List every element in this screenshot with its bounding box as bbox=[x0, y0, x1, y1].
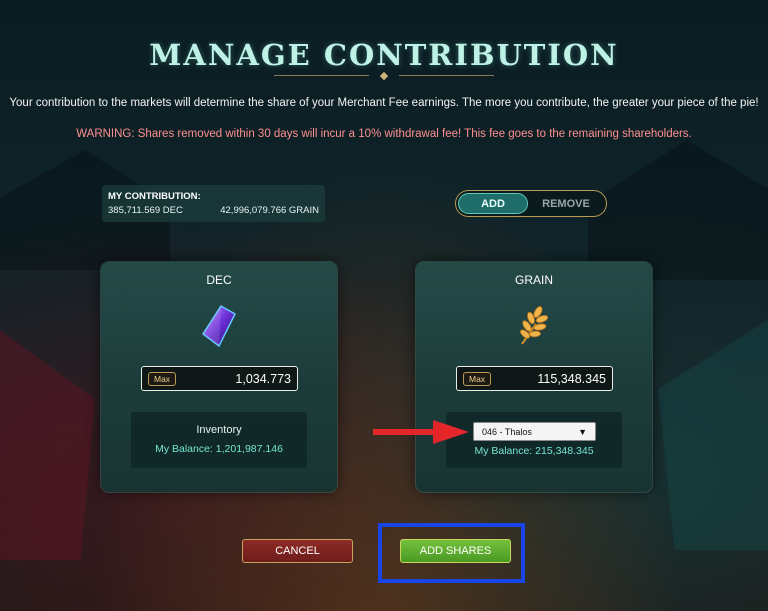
dec-balance: My Balance: 1,201,987.146 bbox=[155, 443, 283, 455]
dec-max-button[interactable]: Max bbox=[148, 371, 177, 386]
grain-amount-value: 115,348.345 bbox=[537, 371, 606, 386]
inventory-label: Inventory bbox=[196, 424, 242, 436]
intro-text: Your contribution to the markets will de… bbox=[9, 97, 759, 109]
background-tent bbox=[658, 320, 768, 550]
background-roof bbox=[588, 140, 768, 280]
land-source-select[interactable]: 046 - Thalos ▼ bbox=[473, 422, 596, 441]
warning-text: WARNING: Shares removed within 30 days w… bbox=[76, 128, 692, 140]
dec-crystal-icon bbox=[201, 304, 236, 348]
grain-amount-input[interactable]: Max 115,348.345 bbox=[456, 366, 613, 391]
dec-source-box: Inventory My Balance: 1,201,987.146 bbox=[131, 412, 307, 468]
chevron-down-icon: ▼ bbox=[578, 426, 587, 437]
grain-panel-title: GRAIN bbox=[514, 273, 553, 287]
grain-panel: GRAIN Max 115,348.345 046 - Thalos ▼ My … bbox=[416, 262, 652, 492]
my-contribution-label: MY CONTRIBUTION: bbox=[108, 191, 201, 202]
grain-wheat-icon bbox=[520, 306, 549, 345]
grain-source-box: 046 - Thalos ▼ My Balance: 215,348.345 bbox=[446, 412, 622, 468]
dec-amount-input[interactable]: Max 1,034.773 bbox=[141, 366, 298, 391]
contribution-dec-amount: 385,711.569 DEC bbox=[108, 205, 183, 216]
dec-panel-title: DEC bbox=[206, 273, 232, 287]
grain-balance: My Balance: 215,348.345 bbox=[474, 445, 594, 457]
cancel-button[interactable]: CANCEL bbox=[242, 539, 353, 563]
title-divider: ◆ bbox=[274, 70, 494, 82]
dec-panel: DEC Max 1,034.773 Inventory My Balance: … bbox=[101, 262, 337, 492]
my-contribution-box: MY CONTRIBUTION: 385,711.569 DEC 42,996,… bbox=[102, 185, 325, 222]
add-shares-button[interactable]: ADD SHARES bbox=[400, 539, 511, 563]
land-source-selected: 046 - Thalos bbox=[482, 426, 532, 437]
contribution-grain-amount: 42,996,079.766 GRAIN bbox=[220, 205, 319, 216]
background-tent bbox=[0, 330, 95, 560]
add-mode-button[interactable]: ADD bbox=[458, 193, 528, 214]
page-title: MANAGE CONTRIBUTION bbox=[149, 38, 619, 72]
red-arrow-annotation-icon bbox=[373, 420, 469, 444]
remove-mode-button[interactable]: REMOVE bbox=[528, 193, 604, 214]
dec-amount-value: 1,034.773 bbox=[235, 371, 291, 386]
add-remove-toggle: ADD REMOVE bbox=[455, 190, 607, 217]
grain-max-button[interactable]: Max bbox=[463, 371, 492, 386]
knot-ornament-icon: ◆ bbox=[379, 70, 389, 82]
